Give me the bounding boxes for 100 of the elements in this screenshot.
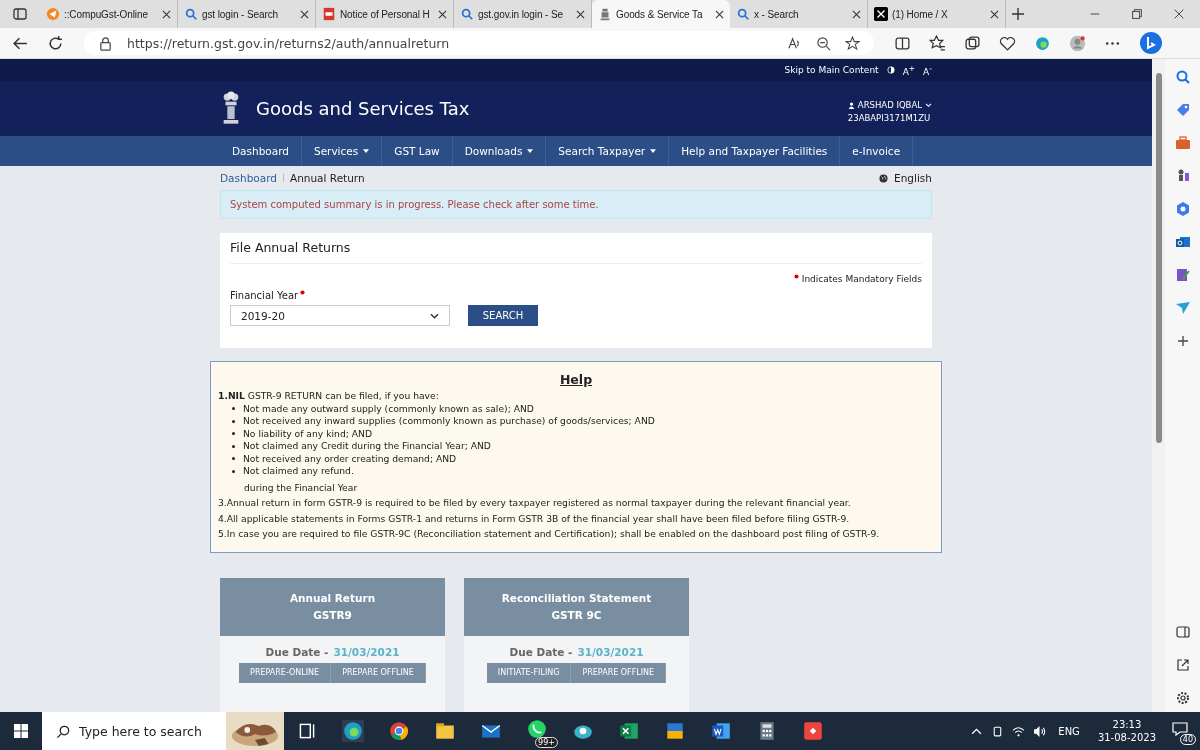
windows-start-icon[interactable]	[13, 723, 29, 739]
search-icon	[736, 7, 750, 21]
search-icon[interactable]	[1174, 69, 1191, 85]
due-date: 31/03/2021	[577, 645, 644, 658]
nav-item[interactable]: Search Taxpayer	[546, 136, 670, 166]
site-title: Goods and Services Tax	[256, 98, 470, 119]
bullet-icon	[232, 469, 235, 473]
whatsapp-icon[interactable]	[526, 718, 548, 740]
globe-icon	[879, 173, 889, 183]
nav-item[interactable]: Dashboard	[220, 136, 302, 166]
user-menu[interactable]: ARSHAD IQBAL	[857, 100, 922, 110]
tab-title: ::CompuGst-Online	[64, 8, 149, 20]
tab-title: Notice of Personal H	[340, 8, 431, 20]
skip-link[interactable]: Skip to Main Content	[784, 65, 879, 75]
contrast-icon[interactable]	[886, 66, 895, 74]
scrollbar[interactable]	[1152, 59, 1165, 712]
gstin-text: 23ABAPI3171M1ZU	[847, 113, 931, 123]
breadcrumb-current: Annual Return	[289, 172, 365, 184]
address-bar[interactable]: https://return.gst.gov.in/returns2/auth/annualreturn	[84, 31, 874, 55]
close-icon[interactable]	[852, 9, 861, 19]
taskbar-search-field[interactable]: Type here to search	[42, 712, 284, 750]
help-bullet: Not received any order creating demand; AND	[243, 452, 457, 465]
bullet-icon	[232, 407, 235, 411]
help-text: 1.NIL GSTR-9 RETURN can be filed, if you have:	[218, 390, 440, 403]
close-icon[interactable]	[990, 9, 999, 19]
close-icon[interactable]	[715, 9, 724, 19]
required-dot-icon	[300, 290, 306, 295]
nav-item[interactable]: GST Law	[382, 136, 453, 166]
due-date-label: Due Date -	[265, 645, 329, 658]
nav-item[interactable]: Downloads	[452, 136, 547, 166]
hexagon-icon[interactable]	[1174, 201, 1191, 217]
edge-icon[interactable]	[1034, 34, 1051, 52]
close-icon[interactable]	[162, 9, 171, 19]
zoom-out-icon[interactable]	[816, 35, 831, 51]
star-icon[interactable]	[845, 35, 860, 51]
search-icon	[56, 723, 71, 739]
send-icon[interactable]	[1174, 300, 1191, 316]
window-icon[interactable]	[664, 720, 686, 742]
nav-item[interactable]: e-Invoice	[840, 136, 914, 166]
tab-title: Goods & Service Ta	[616, 8, 704, 20]
lock-icon	[98, 35, 113, 51]
sidebar-toggle-icon[interactable]	[1174, 624, 1191, 640]
read-aloud-icon[interactable]	[787, 35, 802, 51]
caret-icon	[925, 102, 932, 108]
excel-icon[interactable]	[618, 720, 640, 742]
close-icon[interactable]	[576, 9, 585, 19]
mandatory-note: Indicates Mandatory Fields	[801, 274, 922, 284]
clock-date[interactable]: 31-08-2023	[1097, 732, 1156, 743]
speaker-icon[interactable]	[1033, 724, 1047, 738]
clock-time[interactable]: 23:13	[1112, 719, 1142, 730]
wifi-icon[interactable]	[1012, 724, 1026, 738]
help-text: during the Financial Year	[243, 481, 359, 494]
breadcrumb-link[interactable]: Dashboard	[220, 172, 277, 184]
tab-title: gst login - Search	[202, 8, 280, 20]
caret-icon	[650, 149, 657, 153]
font-decrease-link[interactable]: A$^{-}$	[923, 63, 932, 77]
remote-desktop-icon[interactable]	[802, 720, 824, 742]
alert-message: System computed summary is in progress. Please check after some time.	[220, 190, 932, 219]
close-icon[interactable]	[300, 9, 309, 19]
bullet-icon	[232, 432, 235, 436]
return-code: GSTR9	[313, 609, 352, 621]
bing-chat-icon[interactable]	[1139, 31, 1163, 55]
help-title: Help	[559, 372, 593, 387]
new-tab-icon[interactable]	[1010, 6, 1026, 22]
favorites-icon[interactable]	[929, 34, 946, 52]
emblem-icon	[598, 7, 612, 21]
search-button[interactable]: SEARCH	[468, 305, 538, 326]
settings-icon[interactable]	[1174, 690, 1191, 706]
edge-icon[interactable]	[342, 720, 364, 742]
notification-badge: 99+	[535, 737, 558, 748]
bullet-icon	[232, 457, 235, 461]
help-bullet: Not made any outward supply (commonly known as sale); AND	[243, 402, 534, 415]
nav-item[interactable]: Help and Taxpayer Facilities	[669, 136, 841, 166]
font-increase-link[interactable]: A$^{+}$	[902, 63, 916, 77]
collections-icon[interactable]	[964, 34, 981, 52]
word-icon[interactable]	[710, 720, 732, 742]
outlook-icon[interactable]	[1174, 234, 1191, 250]
return-code: GSTR 9C	[551, 609, 602, 621]
language-link[interactable]: English	[894, 172, 932, 184]
year-dropdown[interactable]: 2019-20	[230, 305, 450, 326]
profile-icon[interactable]	[1069, 34, 1086, 52]
briefcase-icon[interactable]	[1174, 135, 1191, 151]
refresh-icon[interactable]	[47, 34, 64, 52]
form-icon[interactable]	[1174, 267, 1191, 283]
bullet-icon	[232, 444, 235, 448]
tab-actions-icon[interactable]	[12, 6, 28, 22]
close-icon[interactable]	[1172, 7, 1186, 21]
close-icon[interactable]	[438, 9, 447, 19]
external-link-icon[interactable]	[1174, 657, 1191, 673]
notification-icon[interactable]	[1172, 721, 1188, 737]
folder-icon[interactable]	[434, 720, 456, 742]
notification-count: 40	[1179, 734, 1196, 745]
browser-tab[interactable]: Goods & Service Ta	[592, 0, 730, 28]
search-icon	[184, 7, 198, 21]
nav-item[interactable]: Services	[301, 136, 383, 166]
caret-icon	[430, 312, 439, 319]
tab-title: x - Search	[754, 8, 800, 20]
restore-icon[interactable]	[1130, 7, 1144, 21]
input-language[interactable]: ENG	[1058, 725, 1080, 737]
chrome-icon[interactable]	[388, 720, 410, 742]
